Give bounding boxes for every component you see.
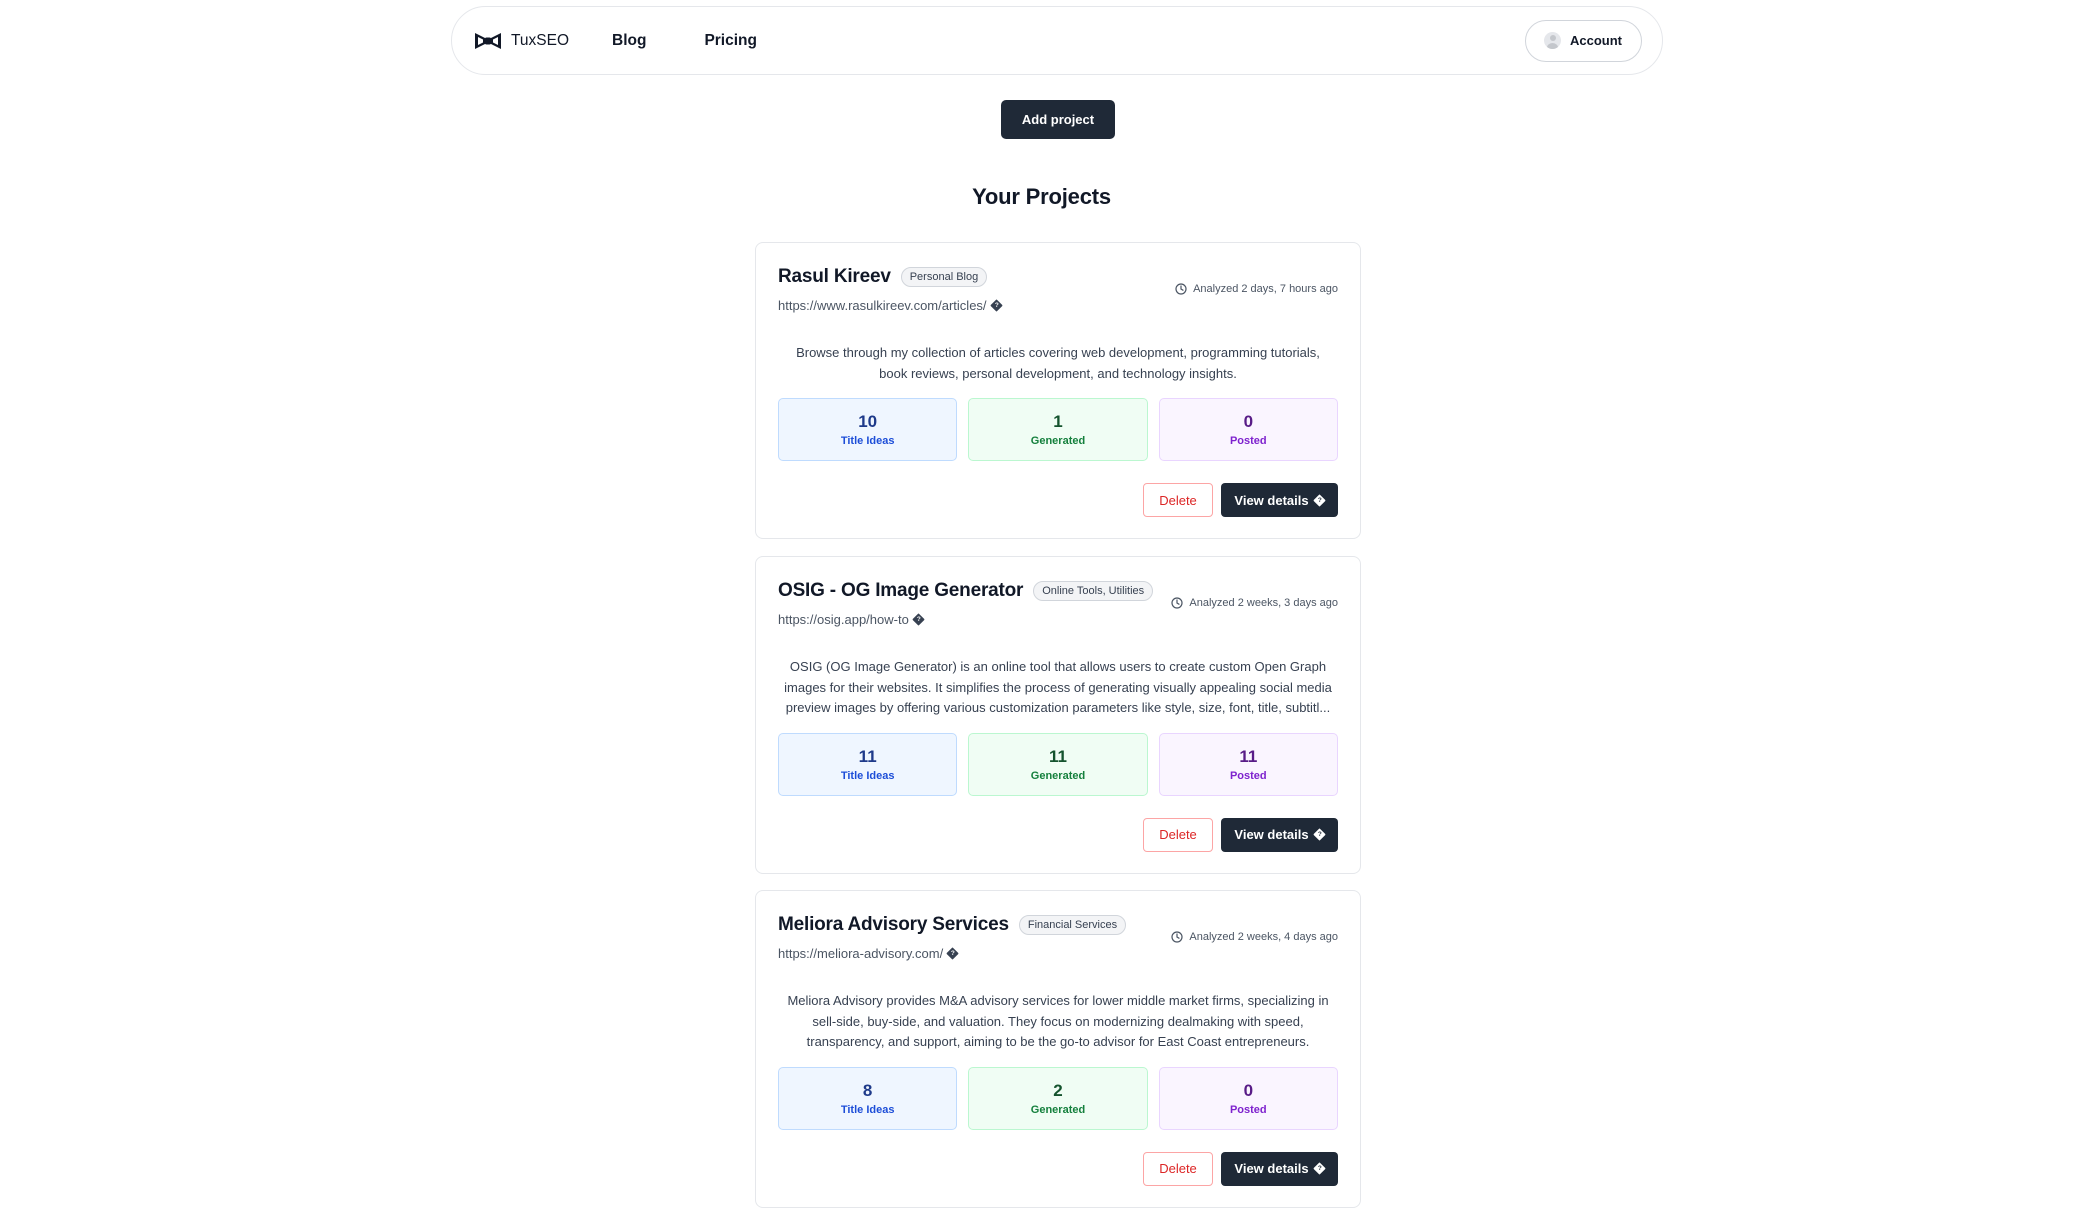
project-description: Meliora Advisory provides M&A advisory s…	[787, 993, 1329, 1049]
stat-generated-count: 11	[1049, 746, 1067, 766]
delete-button[interactable]: Delete	[1143, 1151, 1213, 1186]
page-title: Your Projects	[972, 184, 1111, 209]
nav-link-blog[interactable]: Blog	[612, 32, 646, 50]
external-link-icon	[912, 613, 925, 626]
brand-name: TuxSEO	[511, 31, 569, 49]
stat-generated: 1 Generated	[968, 398, 1148, 461]
stat-title-ideas-label: Title Ideas	[840, 769, 895, 782]
add-project-button[interactable]: Add project	[1001, 100, 1115, 139]
stat-posted-label: Posted	[1229, 769, 1267, 782]
stat-generated-label: Generated	[1030, 435, 1086, 447]
stat-posted-count: 0	[1243, 412, 1254, 431]
view-details-button[interactable]: View details	[1221, 483, 1338, 517]
stat-posted-count: 0	[1243, 1080, 1254, 1100]
stat-title-ideas-count: 8	[862, 1080, 873, 1100]
card-title-row: Meliora Advisory Services Financial Serv…	[778, 914, 1127, 936]
external-link-icon	[1312, 493, 1326, 507]
stat-posted: 11 Posted	[1158, 732, 1338, 796]
view-details-button[interactable]: View details	[1221, 817, 1338, 852]
stat-generated: 11 Generated	[968, 732, 1148, 796]
account-label: Account	[1570, 33, 1622, 48]
analyzed-timestamp: Analyzed 2 weeks, 4 days ago	[1171, 931, 1338, 943]
card-header: OSIG - OG Image Generator Online Tools, …	[778, 557, 1338, 657]
view-details-button[interactable]: View details	[1221, 1151, 1338, 1186]
clock-icon	[1175, 283, 1187, 295]
analyzed-timestamp: Analyzed 2 days, 7 hours ago	[1175, 283, 1338, 295]
card-actions: Delete View details	[778, 483, 1338, 538]
view-details-label: View details	[1234, 827, 1309, 842]
external-link-icon	[1312, 828, 1326, 841]
project-url: https://osig.app/how-to	[778, 612, 909, 627]
card-title-row: Rasul Kireev Personal Blog	[778, 266, 988, 288]
stat-generated-label: Generated	[1030, 1103, 1086, 1116]
external-link-icon	[1312, 1162, 1326, 1175]
stat-posted-count: 11	[1239, 746, 1258, 766]
project-name: OSIG - OG Image Generator	[778, 580, 1024, 601]
card-header: Meliora Advisory Services Financial Serv…	[778, 891, 1338, 991]
analyzed-timestamp: Analyzed 2 weeks, 3 days ago	[1171, 597, 1338, 609]
category-tag: Online Tools, Utilities	[1033, 581, 1154, 601]
clock-icon	[1171, 931, 1184, 943]
stats-row: 10 Title Ideas 1 Generated 0 Posted	[778, 398, 1338, 461]
stat-title-ideas: 8 Title Ideas	[778, 1066, 958, 1130]
stat-generated-count: 1	[1053, 412, 1063, 431]
stat-title-ideas-count: 10	[858, 412, 878, 431]
nav-link-pricing[interactable]: Pricing	[704, 32, 757, 50]
card-header: Rasul Kireev Personal Blog https://www.r…	[778, 243, 1338, 343]
avatar-icon	[1544, 32, 1561, 49]
category-tag: Personal Blog	[900, 267, 988, 287]
bowtie-logo-icon	[475, 32, 501, 49]
stat-title-ideas: 11 Title Ideas	[778, 732, 958, 796]
project-card: Meliora Advisory Services Financial Serv…	[755, 890, 1361, 1208]
project-name: Rasul Kireev	[778, 266, 891, 287]
project-url: https://www.rasulkireev.com/articles/	[778, 298, 987, 313]
project-card: OSIG - OG Image Generator Online Tools, …	[755, 556, 1361, 874]
stats-row: 11 Title Ideas 11 Generated 11 Posted	[778, 732, 1338, 796]
analyzed-text: Analyzed 2 weeks, 4 days ago	[1189, 931, 1338, 943]
card-actions: Delete View details	[778, 817, 1338, 873]
category-tag: Financial Services	[1018, 915, 1127, 935]
stat-title-ideas: 10 Title Ideas	[778, 398, 958, 461]
card-actions: Delete View details	[778, 1151, 1338, 1207]
project-url-link[interactable]: https://www.rasulkireev.com/articles/	[778, 298, 1003, 313]
analyzed-text: Analyzed 2 weeks, 3 days ago	[1189, 597, 1338, 609]
project-url-link[interactable]: https://osig.app/how-to	[778, 612, 925, 627]
card-title-row: OSIG - OG Image Generator Online Tools, …	[778, 580, 1154, 602]
brand[interactable]: TuxSEO	[474, 31, 569, 51]
project-card: Rasul Kireev Personal Blog https://www.r…	[755, 242, 1361, 539]
external-link-icon	[946, 947, 959, 960]
stat-title-ideas-count: 11	[858, 746, 877, 766]
stat-title-ideas-label: Title Ideas	[840, 435, 895, 447]
view-details-label: View details	[1234, 1161, 1309, 1176]
stat-posted: 0 Posted	[1158, 398, 1338, 461]
navbar: TuxSEO Blog Pricing Account	[451, 6, 1663, 75]
project-name: Meliora Advisory Services	[778, 914, 1009, 935]
stat-generated: 2 Generated	[968, 1066, 1148, 1130]
stat-posted-label: Posted	[1229, 1103, 1267, 1116]
clock-icon	[1171, 597, 1184, 609]
stat-title-ideas-label: Title Ideas	[840, 1103, 895, 1116]
view-details-label: View details	[1234, 492, 1309, 508]
analyzed-text: Analyzed 2 days, 7 hours ago	[1193, 283, 1338, 295]
stat-posted-label: Posted	[1229, 435, 1267, 447]
stat-generated-count: 2	[1053, 1080, 1063, 1100]
project-url-link[interactable]: https://meliora-advisory.com/	[778, 946, 959, 961]
stat-posted: 0 Posted	[1158, 1066, 1338, 1130]
external-link-icon	[989, 299, 1003, 312]
delete-button[interactable]: Delete	[1143, 817, 1213, 852]
project-description: OSIG (OG Image Generator) is an online t…	[784, 659, 1332, 715]
project-description: Browse through my collection of articles…	[796, 345, 1320, 381]
project-url: https://meliora-advisory.com/	[778, 946, 944, 961]
account-button[interactable]: Account	[1525, 19, 1642, 62]
delete-button[interactable]: Delete	[1143, 483, 1213, 517]
stat-generated-label: Generated	[1030, 769, 1086, 782]
stats-row: 8 Title Ideas 2 Generated 0 Posted	[778, 1066, 1338, 1130]
